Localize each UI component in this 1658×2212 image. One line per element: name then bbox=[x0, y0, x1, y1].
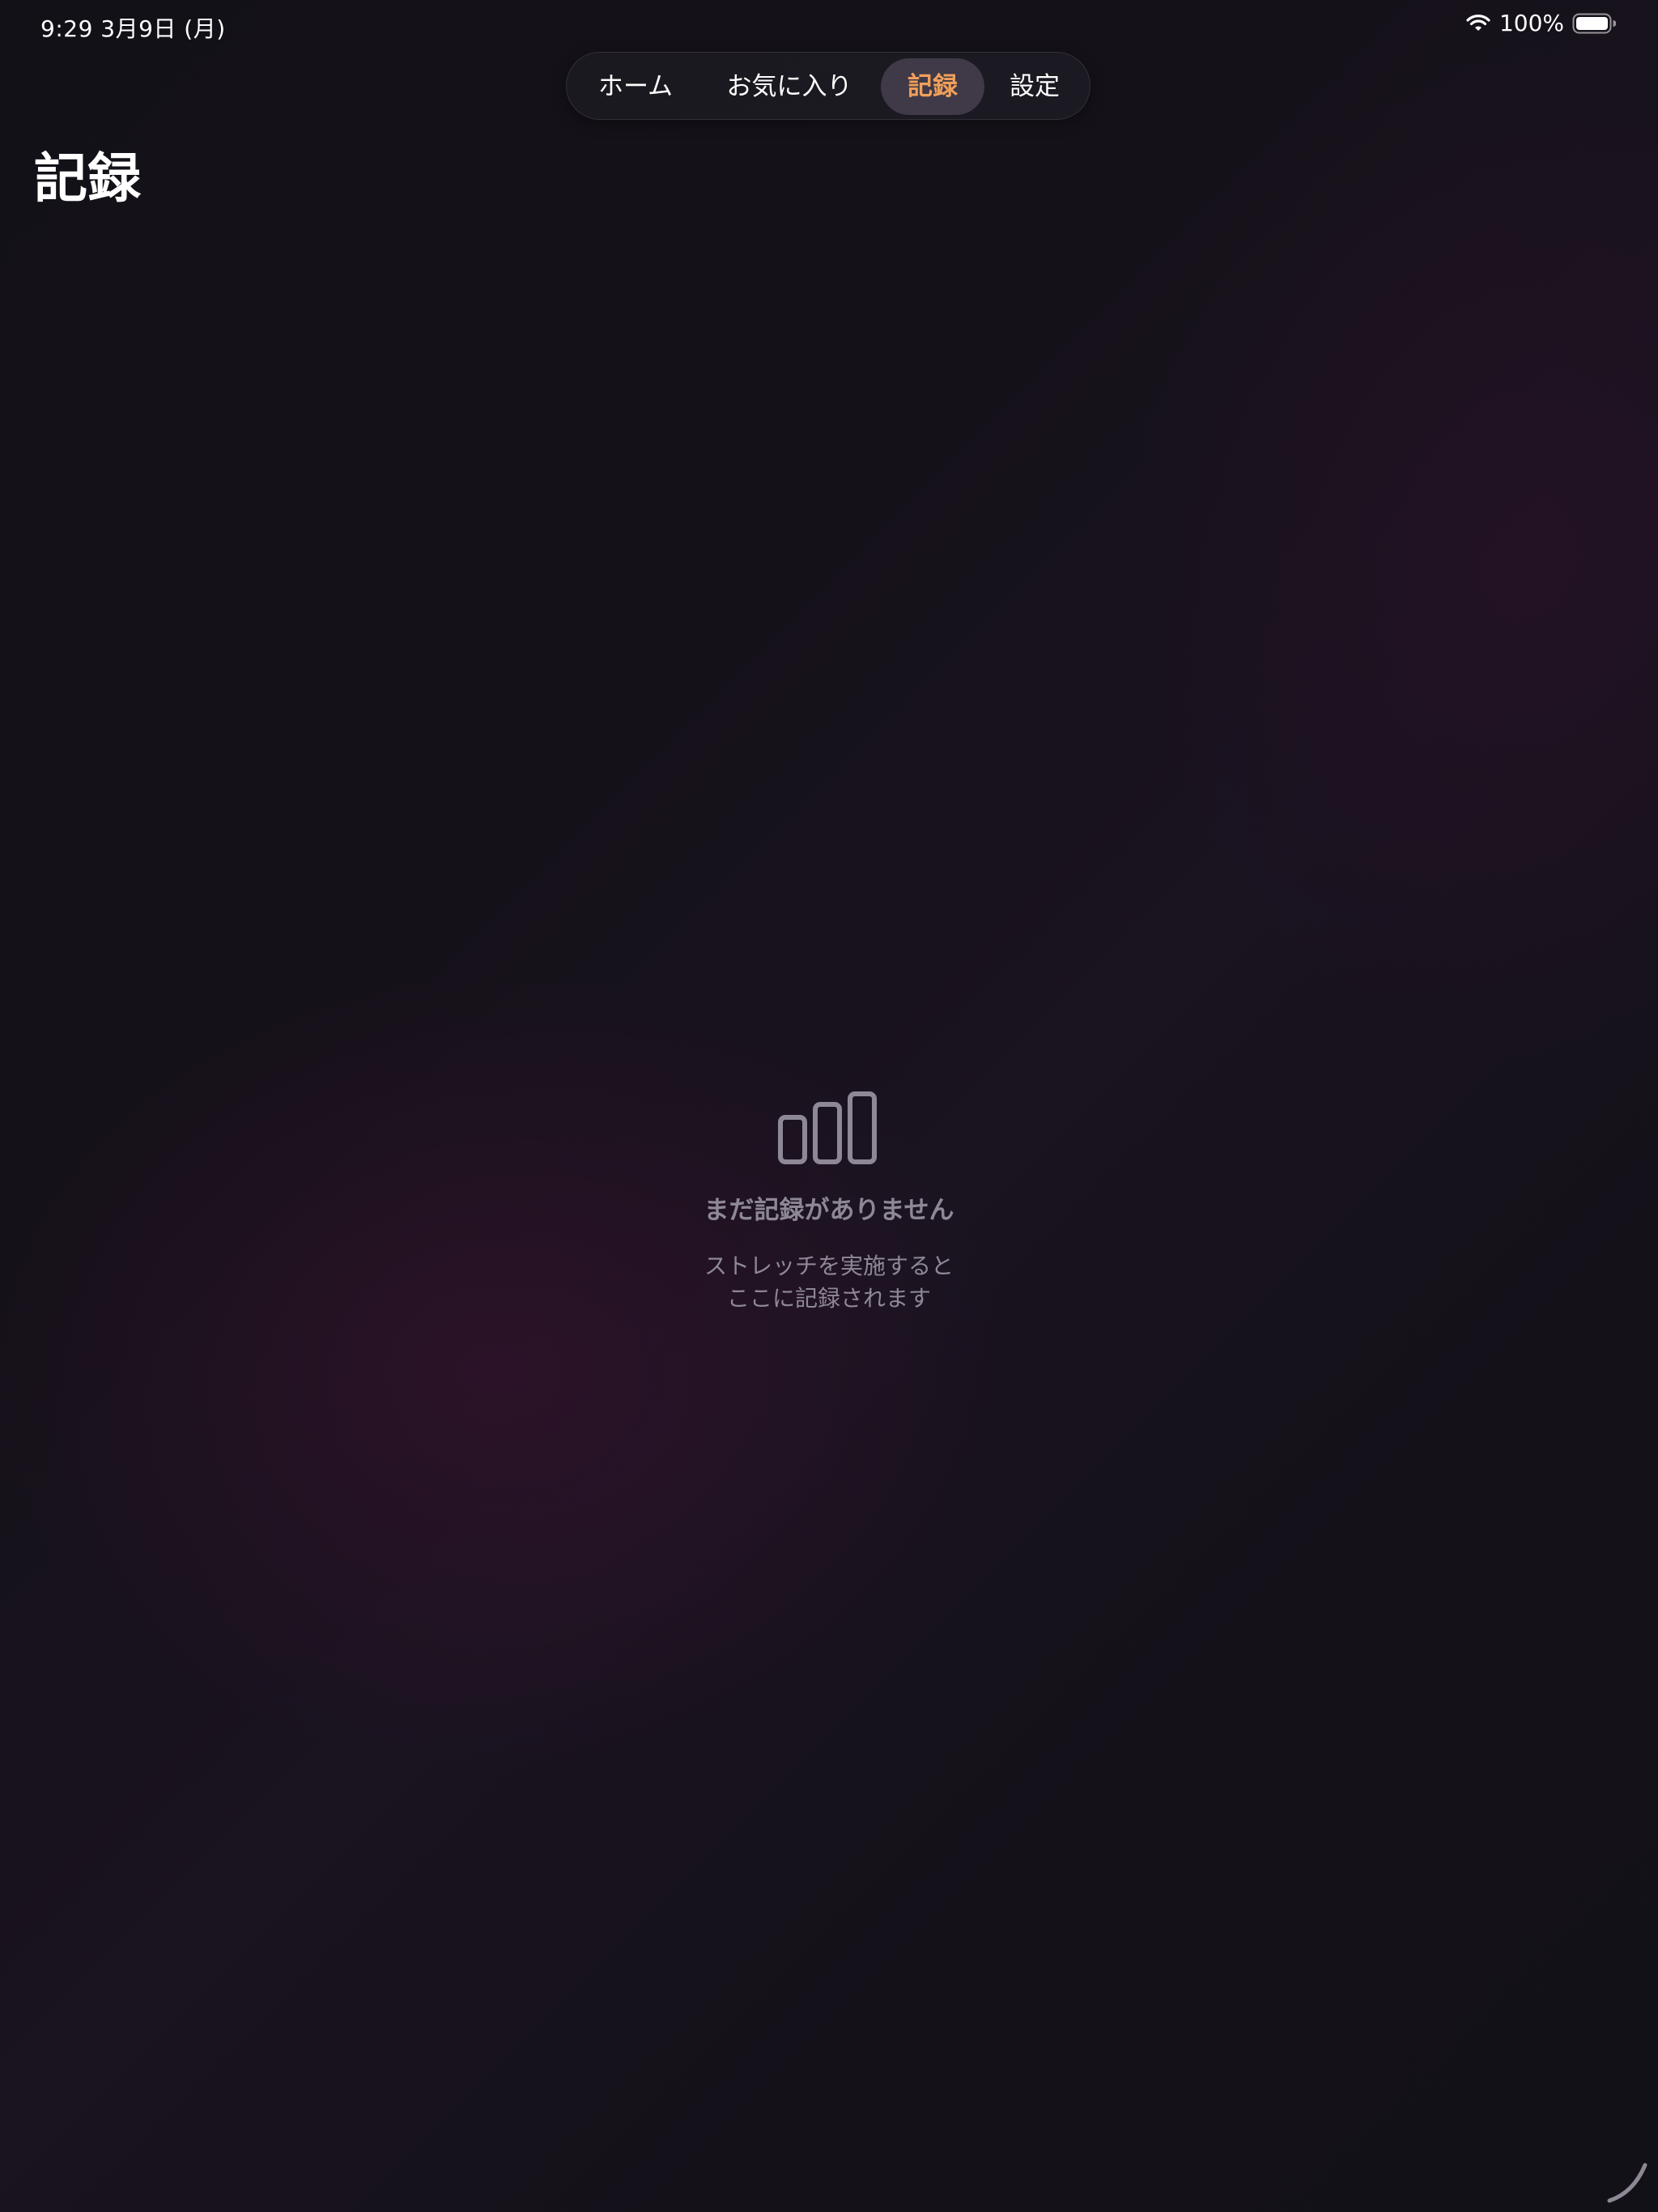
tab-records[interactable]: 記録 bbox=[881, 58, 984, 115]
battery-percent: 100% bbox=[1499, 10, 1564, 36]
empty-state-description-line: ここに記録されます bbox=[726, 1285, 931, 1312]
battery-icon bbox=[1572, 13, 1616, 34]
tab-home[interactable]: ホーム bbox=[575, 58, 696, 115]
empty-state-title: まだ記録がありません bbox=[704, 1196, 954, 1225]
empty-state-description: ストレッチを実施すると ここに記録されます bbox=[0, 1250, 1658, 1315]
wifi-icon bbox=[1465, 14, 1491, 33]
bar-chart-icon bbox=[777, 1091, 879, 1165]
tab-favorites[interactable]: お気に入り bbox=[708, 58, 870, 115]
resize-handle[interactable] bbox=[1605, 2160, 1650, 2206]
status-bar: 9:29 3月9日 (月) 100% bbox=[0, 0, 1658, 52]
tab-bar: ホーム お気に入り 記録 設定 bbox=[566, 52, 1090, 120]
page-title: 記録 bbox=[34, 147, 141, 210]
empty-state-description-line: ストレッチを実施すると bbox=[704, 1253, 954, 1279]
status-indicators: 100% bbox=[1465, 10, 1616, 36]
status-time-date: 9:29 3月9日 (月) bbox=[40, 15, 226, 42]
tab-settings[interactable]: 設定 bbox=[989, 58, 1080, 115]
